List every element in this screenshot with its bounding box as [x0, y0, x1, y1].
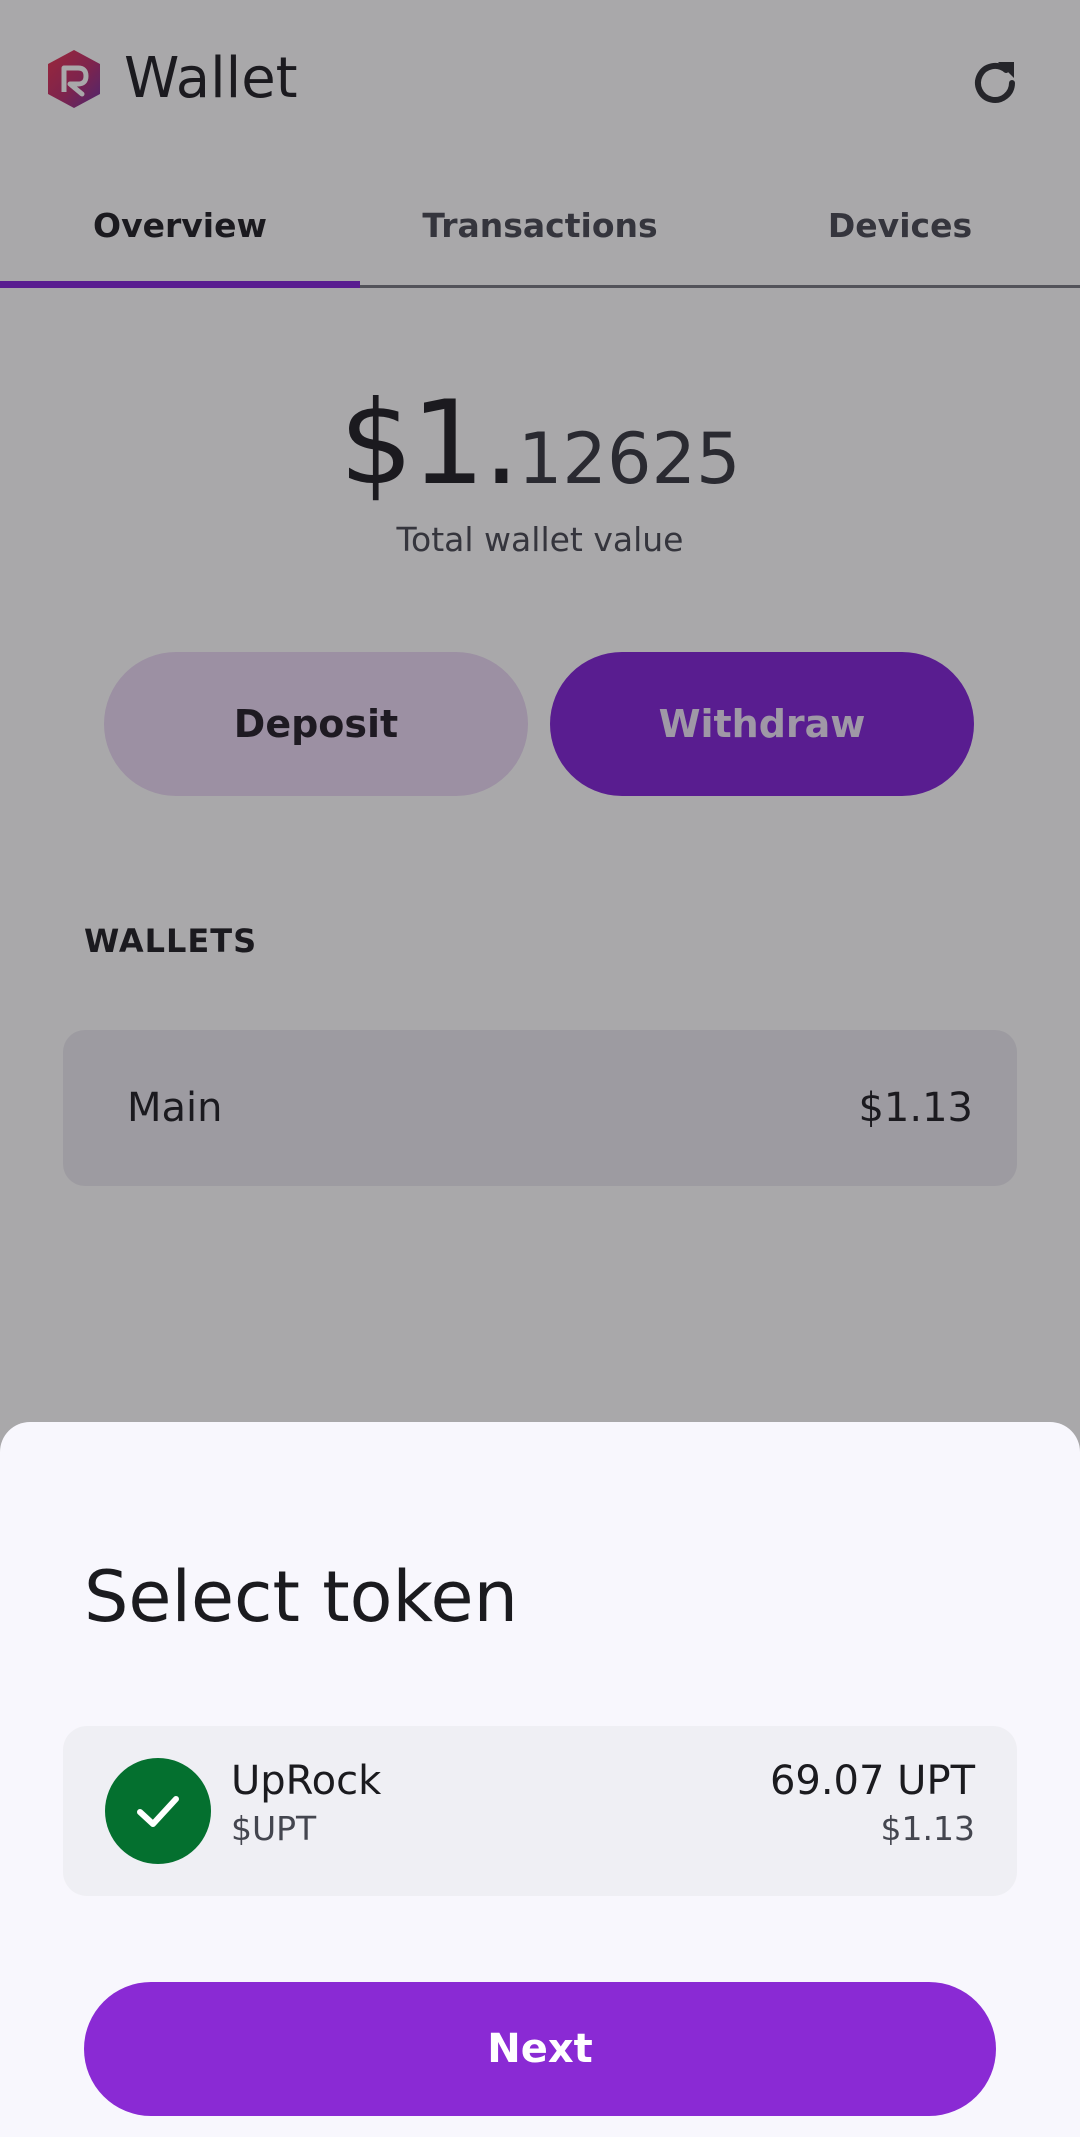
select-token-sheet: Select token UpRock $UPT 69.07 UPT $1.13…: [0, 1422, 1080, 2137]
token-symbol: $UPT: [231, 1809, 317, 1848]
token-item-uprock[interactable]: UpRock $UPT 69.07 UPT $1.13: [63, 1726, 1017, 1896]
token-amount: 69.07 UPT: [769, 1758, 975, 1804]
token-selected-indicator: [105, 1758, 211, 1864]
sheet-title: Select token: [84, 1556, 518, 1638]
wallet-screen: Wallet Overview Transactions Devices $1.…: [0, 0, 1080, 2137]
token-name: UpRock: [231, 1758, 382, 1804]
next-button[interactable]: Next: [84, 1982, 996, 2116]
token-usd-value: $1.13: [880, 1809, 975, 1848]
check-icon: [137, 1796, 179, 1827]
